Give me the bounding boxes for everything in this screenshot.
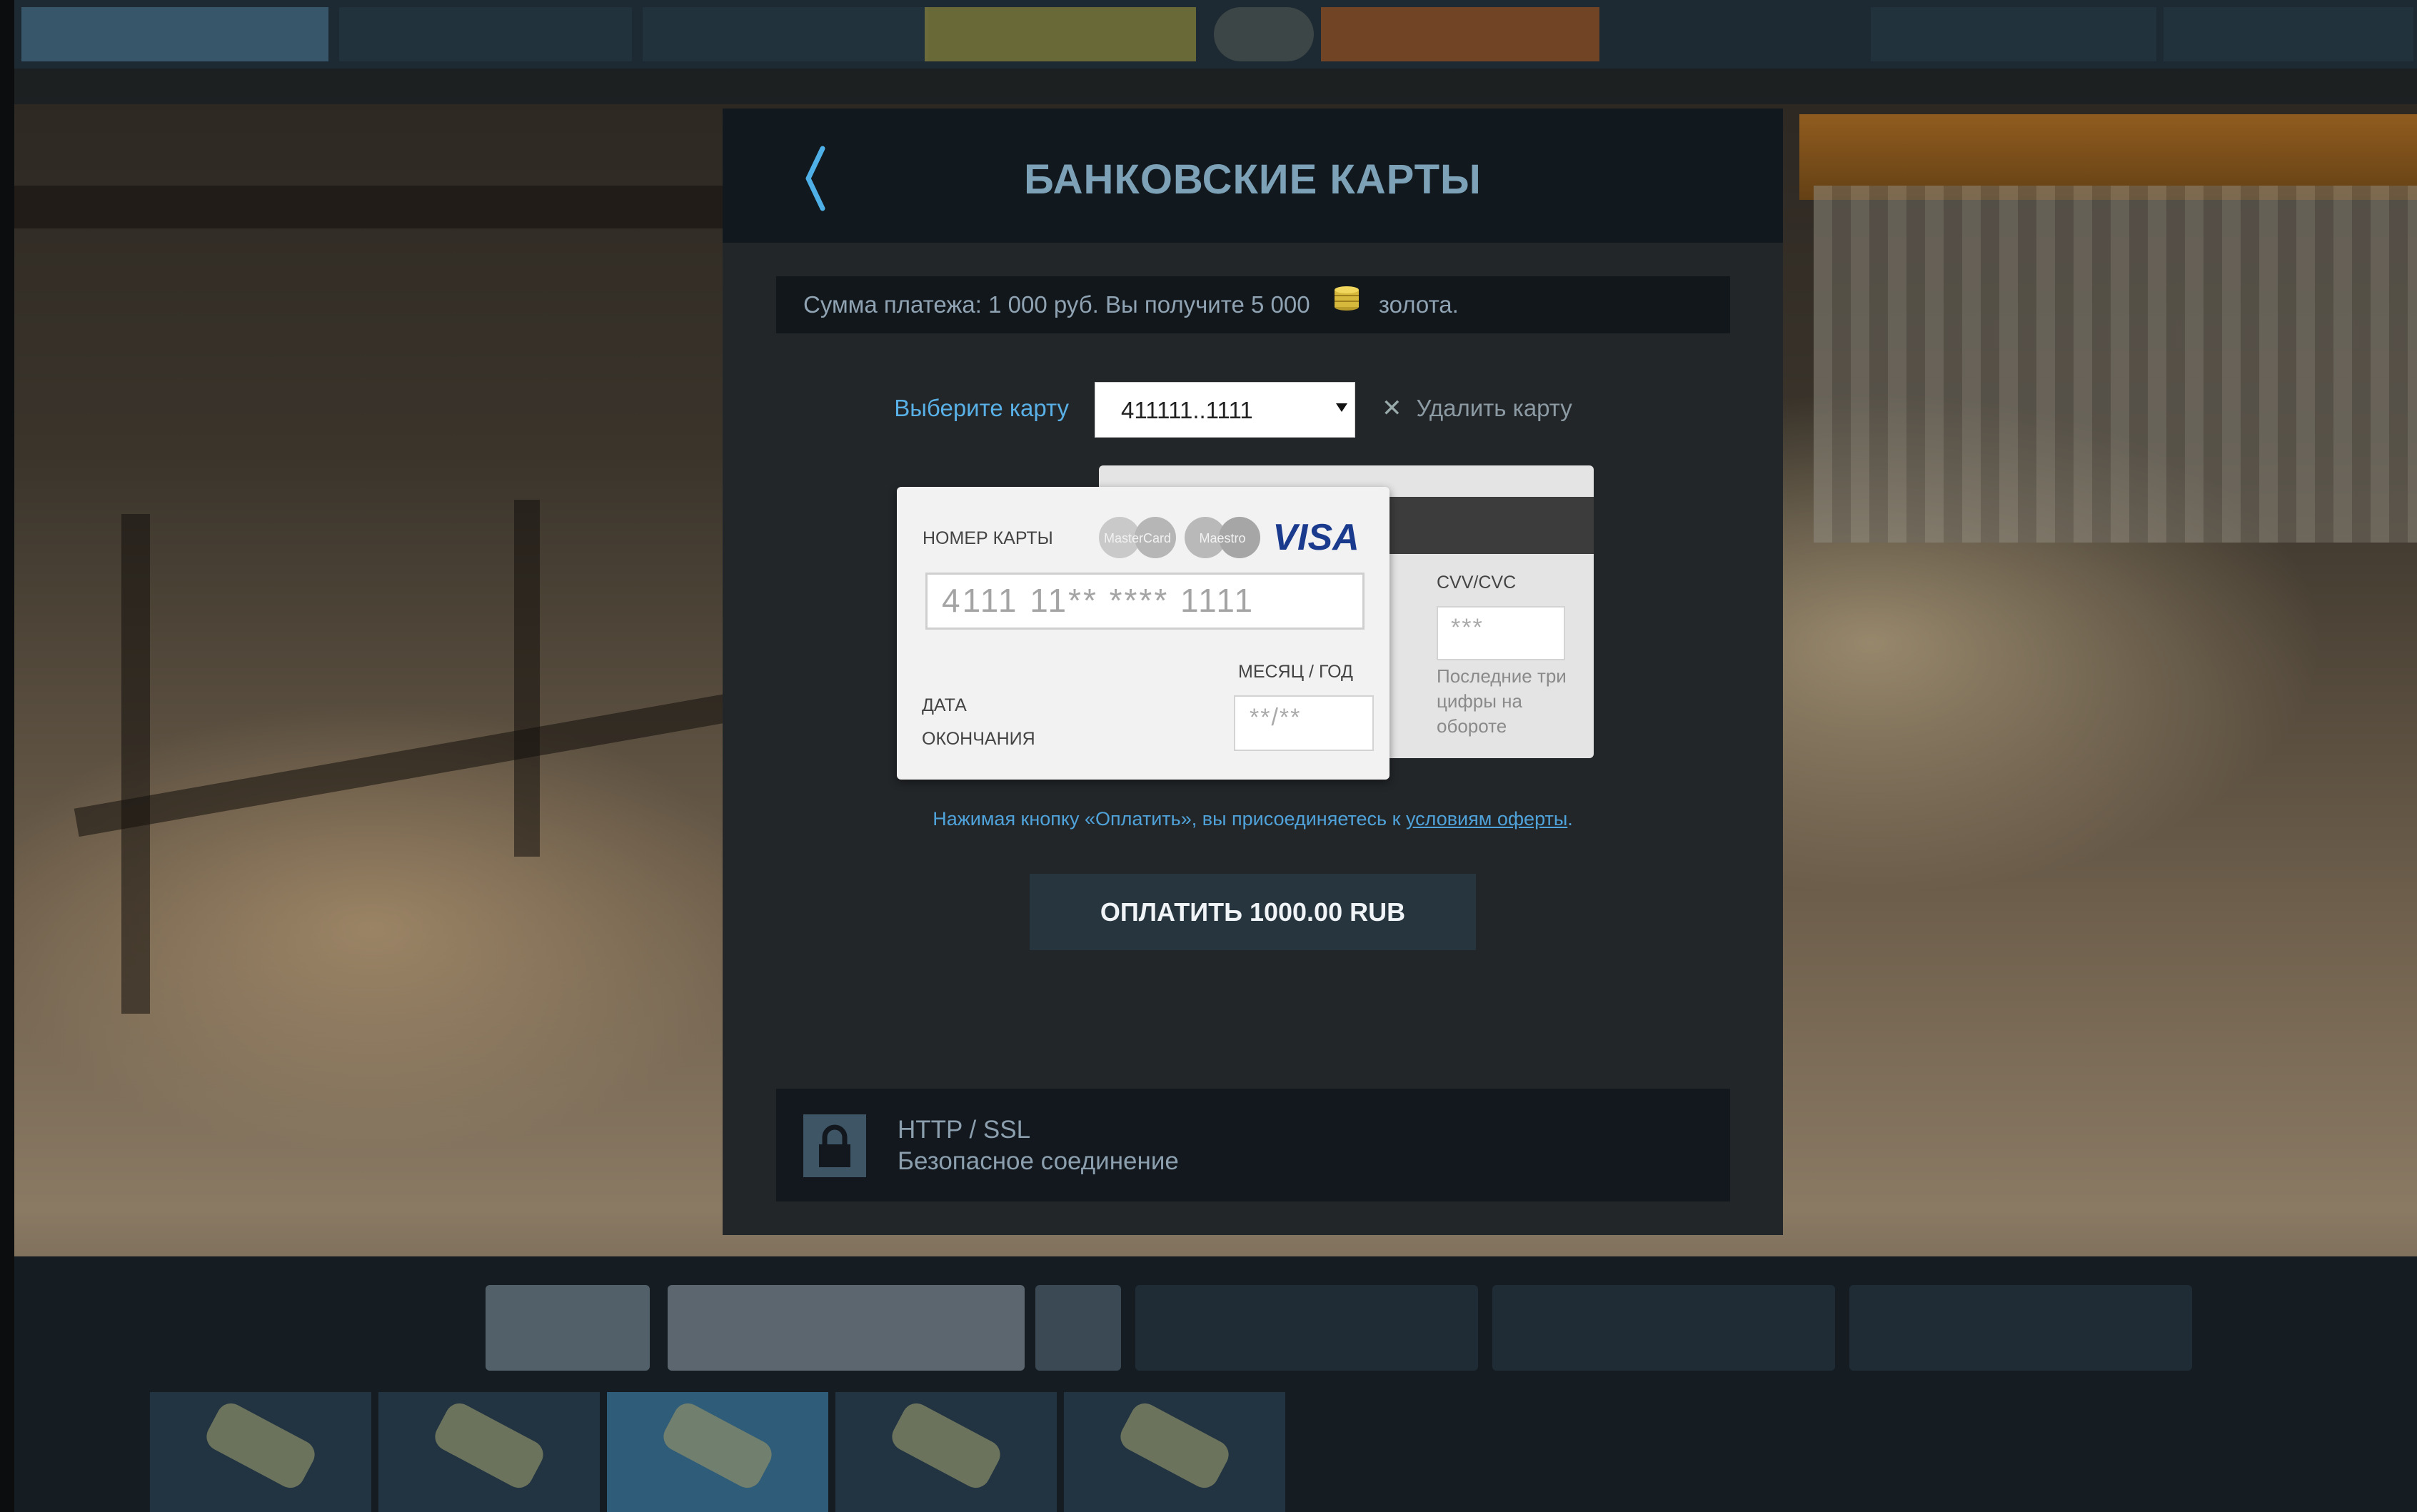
- maestro-logo: Maestro: [1185, 517, 1260, 558]
- svg-text:VISA: VISA: [1272, 517, 1359, 558]
- expiry-placeholder: **/**: [1250, 704, 1302, 731]
- expiry-label-line2: ОКОНЧАНИЯ: [922, 729, 1035, 749]
- svg-text:MasterCard: MasterCard: [1104, 531, 1171, 545]
- cvv-help-text: Последние три цифры на обороте: [1437, 665, 1567, 737]
- card-number-input[interactable]: 4111 11** **** 1111: [925, 573, 1365, 630]
- game-resource-strip: [14, 69, 2417, 104]
- bank-cards-modal: БАНКОВСКИЕ КАРТЫ Сумма платежа: 1 000 ру…: [723, 109, 1783, 1235]
- payment-sum-text: Сумма платежа: 1 000 руб. Вы получите 5 …: [803, 291, 1310, 318]
- mastercard-logo: MasterCard: [1099, 517, 1176, 558]
- pay-button[interactable]: ОПЛАТИТЬ 1000.00 RUB: [1030, 874, 1476, 950]
- card-select-value: 411111..1111: [1121, 397, 1253, 423]
- offer-terms-link[interactable]: условиям оферты: [1406, 808, 1567, 830]
- card-number-value: 4111 11** **** 1111: [942, 582, 1255, 619]
- terms-end: .: [1567, 808, 1573, 830]
- currency-text: золота.: [1378, 291, 1459, 318]
- card-front: НОМЕР КАРТЫ MasterCard Maestro VISA 4111…: [897, 487, 1390, 780]
- back-button[interactable]: [794, 143, 844, 214]
- game-top-menu: [14, 0, 2417, 69]
- tank-slot: [835, 1392, 1057, 1512]
- lock-icon: [803, 1114, 866, 1177]
- coin-stack-icon: [1332, 275, 1361, 332]
- tank-slot: [150, 1392, 371, 1512]
- tank-slot: [1064, 1392, 1285, 1512]
- tank-slot: [607, 1392, 828, 1512]
- terms-text: Нажимая кнопку «Оплатить», вы присоединя…: [723, 808, 1783, 830]
- expiry-label: ДАТА ОКОНЧАНИЯ: [922, 689, 1065, 756]
- payment-logos: MasterCard Maestro VISA: [1098, 513, 1370, 566]
- ssl-label: Безопасное соединение: [898, 1147, 1179, 1175]
- back-chevron-icon: [805, 146, 825, 211]
- tank-slot: [378, 1392, 600, 1512]
- dropdown-arrow-icon: [1336, 403, 1347, 412]
- cvv-label: CVV/CVC: [1437, 573, 1517, 593]
- card-number-label: НОМЕР КАРТЫ: [923, 528, 1053, 548]
- month-year-label: МЕСЯЦ / ГОД: [1238, 662, 1353, 682]
- expiry-input[interactable]: **/**: [1234, 695, 1374, 751]
- modal-header: БАНКОВСКИЕ КАРТЫ: [723, 109, 1783, 243]
- modal-title: БАНКОВСКИЕ КАРТЫ: [1024, 156, 1482, 203]
- delete-card-button[interactable]: ✕ Удалить карту: [1382, 390, 1572, 426]
- close-icon: ✕: [1382, 395, 1402, 422]
- delete-card-label: Удалить карту: [1416, 395, 1572, 421]
- expiry-label-line1: ДАТА: [922, 695, 967, 715]
- card-select-dropdown[interactable]: 411111..1111: [1095, 382, 1355, 438]
- cvv-input[interactable]: ***: [1437, 606, 1565, 660]
- ssl-protocol: HTTP / SSL: [898, 1116, 1031, 1144]
- terms-prefix: Нажимая кнопку «Оплатить», вы присоединя…: [933, 808, 1401, 830]
- payment-info-bar: Сумма платежа: 1 000 руб. Вы получите 5 …: [776, 276, 1730, 333]
- cvv-placeholder: ***: [1451, 614, 1484, 641]
- card-select-label: Выберите карту: [894, 395, 1069, 421]
- svg-text:Maestro: Maestro: [1199, 531, 1245, 545]
- visa-logo: VISA: [1272, 517, 1359, 558]
- secure-connection-panel: HTTP / SSL Безопасное соединение: [776, 1089, 1730, 1201]
